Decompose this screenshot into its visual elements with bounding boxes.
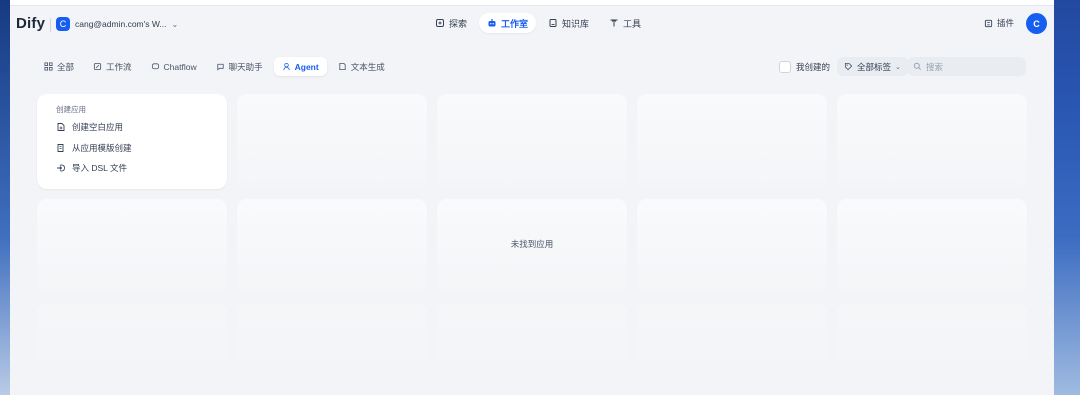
app-card-placeholder [637, 94, 827, 189]
plugins-button[interactable]: 插件 [984, 17, 1014, 29]
create-app-title: 创建应用 [56, 105, 86, 114]
header-divider [50, 18, 51, 32]
search-box[interactable] [907, 57, 1026, 76]
app-card-placeholder [237, 304, 427, 389]
app-card-placeholder [237, 94, 427, 189]
book-icon [549, 19, 557, 27]
nav-studio[interactable]: 工作室 [479, 13, 537, 33]
tab-agent[interactable]: Agent [273, 57, 327, 76]
empty-state-message: 未找到应用 [510, 239, 554, 249]
import-icon [57, 164, 66, 172]
tag-filter-select[interactable]: 全部标签 ⌄ [837, 57, 908, 76]
workspace-avatar: C [56, 17, 70, 31]
app-card-placeholder [837, 94, 1027, 189]
desktop-wallpaper-right [1054, 0, 1080, 395]
agent-icon [282, 62, 290, 71]
chat-icon [217, 63, 224, 71]
tag-icon [844, 62, 853, 71]
grid-icon [44, 62, 53, 71]
nav-explore[interactable]: 探索 [427, 13, 475, 33]
chevron-down-icon: ⌄ [171, 19, 179, 29]
app-card-placeholder [637, 304, 827, 389]
robot-icon [488, 19, 496, 27]
workspace-switcher[interactable]: C cang@admin.com's W... ⌄ [56, 15, 178, 33]
top-header: Dify C cang@admin.com's W... ⌄ 探索 工作室 知识… [10, 6, 1054, 40]
user-avatar[interactable]: C [1026, 13, 1047, 34]
workflow-icon [93, 62, 102, 71]
main-nav: 探索 工作室 知识库 工具 [427, 13, 649, 33]
template-icon [57, 144, 64, 152]
chatflow-icon [151, 63, 159, 70]
create-app-card: 创建应用 创建空白应用 从应用模版创建 导入 DSL 文件 [37, 94, 227, 189]
app-card-placeholder [237, 199, 427, 294]
tab-workflow[interactable]: 工作流 [85, 57, 140, 76]
doc-icon [339, 62, 346, 71]
plugin-icon [984, 19, 993, 27]
created-by-me-checkbox[interactable] [779, 61, 791, 73]
app-card-placeholder [637, 199, 827, 294]
search-icon [913, 62, 922, 71]
chevron-down-icon: ⌄ [895, 63, 901, 71]
tool-icon [610, 19, 618, 27]
file-plus-icon [57, 123, 65, 131]
app-card-placeholder [437, 304, 627, 389]
search-input[interactable] [926, 61, 1021, 72]
workspace-name: cang@admin.com's W... [75, 19, 167, 29]
tab-chatflow[interactable]: Chatflow [143, 57, 205, 76]
nav-tools[interactable]: 工具 [601, 13, 649, 33]
tab-chat-assistant[interactable]: 聊天助手 [208, 57, 271, 76]
app-card-placeholder [37, 199, 227, 294]
import-dsl-button[interactable]: 导入 DSL 文件 [56, 162, 127, 174]
create-blank-app-button[interactable]: 创建空白应用 [56, 121, 123, 133]
app-card-placeholder [37, 304, 227, 389]
create-from-template-button[interactable]: 从应用模版创建 [56, 142, 132, 154]
app-card-placeholder [837, 199, 1027, 294]
nav-knowledge[interactable]: 知识库 [540, 13, 597, 33]
tab-text-generation[interactable]: 文本生成 [330, 57, 393, 76]
app-card-placeholder [837, 304, 1027, 389]
app-type-tabs: 全部 工作流 Chatflow 聊天助手 Agent 文本生成 [36, 57, 393, 76]
created-by-me-filter[interactable]: 我创建的 [779, 61, 830, 73]
dify-logo[interactable]: Dify [16, 15, 45, 32]
app-window: Dify C cang@admin.com's W... ⌄ 探索 工作室 知识… [10, 0, 1054, 395]
app-card-placeholder [437, 94, 627, 189]
tab-all[interactable]: 全部 [36, 57, 82, 76]
explore-icon [436, 19, 444, 27]
desktop-wallpaper-left [0, 0, 10, 395]
